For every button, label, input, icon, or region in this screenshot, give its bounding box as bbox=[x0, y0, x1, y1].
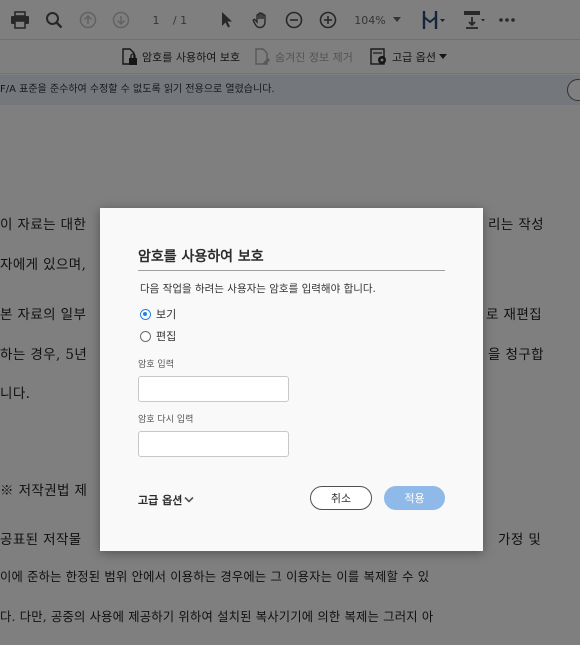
confirm-password-label: 암호 다시 입력 bbox=[138, 415, 194, 425]
option-edit-label: 편집 bbox=[156, 330, 177, 343]
chevron-down-icon bbox=[184, 496, 194, 503]
radio-unchecked-icon[interactable] bbox=[140, 330, 151, 342]
advanced-options-toggle[interactable]: 고급 옵션 bbox=[138, 492, 194, 508]
radio-checked-icon[interactable] bbox=[140, 308, 151, 320]
option-edit-radio[interactable]: 편집 bbox=[140, 328, 176, 344]
apply-button[interactable]: 적용 bbox=[384, 486, 445, 510]
cancel-button[interactable]: 취소 bbox=[310, 486, 372, 510]
dialog-description: 다음 작업을 하려는 사용자는 암호를 입력해야 합니다. bbox=[140, 283, 376, 295]
title-divider bbox=[138, 270, 445, 271]
password-label: 암호 입력 bbox=[138, 360, 174, 370]
protect-password-dialog: 암호를 사용하여 보호 다음 작업을 하려는 사용자는 암호를 입력해야 합니다… bbox=[100, 208, 483, 551]
confirm-password-input[interactable] bbox=[138, 431, 289, 457]
password-input[interactable] bbox=[138, 376, 289, 402]
advanced-options-label: 고급 옵션 bbox=[138, 494, 183, 507]
option-view-radio[interactable]: 보기 bbox=[140, 306, 176, 322]
option-view-label: 보기 bbox=[156, 308, 177, 321]
dialog-title: 암호를 사용하여 보호 bbox=[138, 249, 264, 265]
